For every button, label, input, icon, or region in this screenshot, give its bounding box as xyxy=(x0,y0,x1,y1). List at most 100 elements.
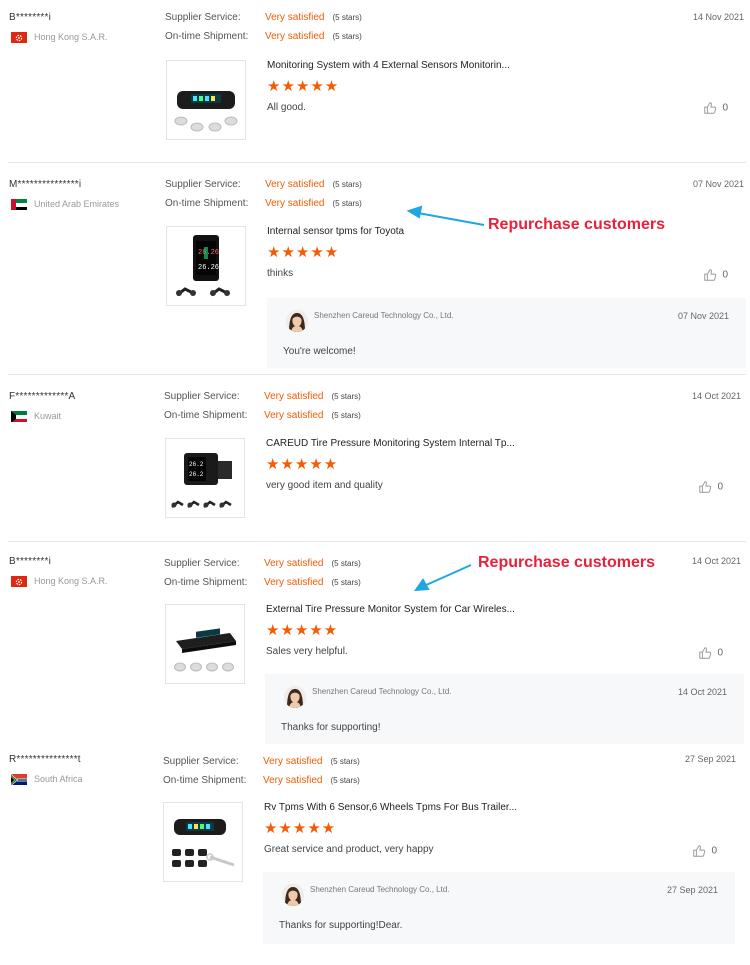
review-divider xyxy=(8,541,746,542)
ontime-shipment-stars: (5 stars) xyxy=(331,411,361,420)
seller-name: Shenzhen Careud Technology Co., Ltd. xyxy=(312,687,452,696)
supplier-service-stars: (5 stars) xyxy=(330,757,360,766)
svg-text:26.26: 26.26 xyxy=(198,264,219,272)
like-count: 0 xyxy=(722,102,728,114)
product-title-link[interactable]: External Tire Pressure Monitor System fo… xyxy=(266,604,515,615)
ontime-shipment-value: Very satisfied xyxy=(264,577,324,588)
reply-date: 07 Nov 2021 xyxy=(677,311,729,321)
reply-date: 14 Oct 2021 xyxy=(677,687,727,697)
star-rating: ★★★★★ xyxy=(266,456,339,473)
review-date: 07 Nov 2021 xyxy=(692,179,744,189)
like-button[interactable]: 0 xyxy=(698,646,723,660)
buyer-name: R***************t xyxy=(9,754,81,765)
like-button[interactable]: 0 xyxy=(692,844,717,858)
hong-kong-flag-icon xyxy=(11,31,27,43)
uae-flag-icon xyxy=(11,198,27,210)
supplier-service-stars: (5 stars) xyxy=(331,392,361,401)
buyer-name: F*************A xyxy=(9,391,76,402)
buyer-country: Kuwait xyxy=(34,411,62,421)
star-rating: ★★★★★ xyxy=(267,244,340,261)
ontime-shipment-stars: (5 stars) xyxy=(330,776,360,785)
seller-reply: Shenzhen Careud Technology Co., Ltd. 27 … xyxy=(263,872,735,944)
thumbs-up-icon xyxy=(698,646,712,660)
ontime-shipment-rating: On-time Shipment: Very satisfied (5 stars) xyxy=(164,577,361,588)
ontime-shipment-label: On-time Shipment: xyxy=(165,31,249,42)
product-thumbnail[interactable] xyxy=(166,60,246,140)
product-title-link[interactable]: Internal sensor tpms for Toyota xyxy=(267,226,404,237)
ontime-shipment-value: Very satisfied xyxy=(265,31,325,42)
ontime-shipment-label: On-time Shipment: xyxy=(163,775,247,786)
supplier-service-rating: Supplier Service: Very satisfied (5 stars) xyxy=(163,756,360,767)
supplier-service-stars: (5 stars) xyxy=(332,13,362,22)
seller-reply: Shenzhen Careud Technology Co., Ltd. 07 … xyxy=(267,298,746,368)
ontime-shipment-label: On-time Shipment: xyxy=(164,577,248,588)
review-card: B********i Hong Kong S.A.R. Supplier Ser… xyxy=(0,0,750,163)
reply-text: Thanks for supporting!Dear. xyxy=(279,920,403,931)
review-card: M***************i United Arab Emirates S… xyxy=(0,167,750,375)
product-thumbnail[interactable] xyxy=(165,604,245,684)
buyer-country: United Arab Emirates xyxy=(34,199,120,209)
ontime-shipment-value: Very satisfied xyxy=(265,198,325,209)
buyer-country: Hong Kong S.A.R. xyxy=(34,32,108,42)
ontime-shipment-stars: (5 stars) xyxy=(332,32,362,41)
supplier-service-label: Supplier Service: xyxy=(163,756,239,767)
star-rating: ★★★★★ xyxy=(267,78,340,95)
product-title-link[interactable]: CAREUD Tire Pressure Monitoring System I… xyxy=(266,438,515,449)
ontime-shipment-rating: On-time Shipment: Very satisfied (5 stars) xyxy=(165,198,362,209)
reply-date: 27 Sep 2021 xyxy=(666,885,718,895)
review-card: B********i Hong Kong S.A.R. Supplier Ser… xyxy=(0,544,750,744)
ontime-shipment-stars: (5 stars) xyxy=(331,578,361,587)
seller-avatar xyxy=(286,310,308,332)
like-button[interactable]: 0 xyxy=(703,101,728,115)
like-button[interactable]: 0 xyxy=(703,268,728,282)
supplier-service-value: Very satisfied xyxy=(263,756,323,767)
supplier-service-label: Supplier Service: xyxy=(165,179,241,190)
seller-reply: Shenzhen Careud Technology Co., Ltd. 14 … xyxy=(265,674,744,744)
seller-name: Shenzhen Careud Technology Co., Ltd. xyxy=(310,885,450,894)
buyer-country: South Africa xyxy=(34,774,83,784)
supplier-service-rating: Supplier Service: Very satisfied (5 stars) xyxy=(164,558,361,569)
thumbs-up-icon xyxy=(698,480,712,494)
star-rating: ★★★★★ xyxy=(264,820,337,837)
supplier-service-value: Very satisfied xyxy=(264,391,324,402)
ontime-shipment-label: On-time Shipment: xyxy=(164,410,248,421)
hong-kong-flag-icon xyxy=(11,575,27,587)
ontime-shipment-rating: On-time Shipment: Very satisfied (5 stars) xyxy=(164,410,361,421)
review-comment: thinks xyxy=(267,268,294,279)
ontime-shipment-rating: On-time Shipment: Very satisfied (5 stars) xyxy=(165,31,362,42)
review-date: 14 Oct 2021 xyxy=(691,391,741,401)
ontime-shipment-stars: (5 stars) xyxy=(332,199,362,208)
product-title-link[interactable]: Monitoring System with 4 External Sensor… xyxy=(267,60,510,71)
seller-avatar xyxy=(282,884,304,906)
supplier-service-label: Supplier Service: xyxy=(165,12,241,23)
seller-avatar xyxy=(284,686,306,708)
supplier-service-stars: (5 stars) xyxy=(332,180,362,189)
product-thumbnail[interactable]: 26.26 26.26 xyxy=(166,226,246,306)
review-divider xyxy=(8,162,746,163)
like-button[interactable]: 0 xyxy=(698,480,723,494)
review-comment: Great service and product, very happy xyxy=(264,844,434,855)
supplier-service-label: Supplier Service: xyxy=(164,391,240,402)
review-card: R***************t South Africa Supplier … xyxy=(0,742,750,952)
reply-text: You're welcome! xyxy=(283,346,356,357)
review-comment: All good. xyxy=(267,102,306,113)
review-comment: Sales very helpful. xyxy=(266,646,348,657)
star-rating: ★★★★★ xyxy=(266,622,339,639)
review-date: 14 Nov 2021 xyxy=(692,12,744,22)
like-count: 0 xyxy=(717,647,723,659)
review-card: F*************A Kuwait Supplier Service:… xyxy=(0,379,750,542)
review-date: 27 Sep 2021 xyxy=(684,754,736,764)
supplier-service-value: Very satisfied xyxy=(265,12,325,23)
product-thumbnail[interactable] xyxy=(163,802,243,882)
buyer-name: M***************i xyxy=(9,179,82,190)
supplier-service-rating: Supplier Service: Very satisfied (5 stars) xyxy=(164,391,361,402)
ontime-shipment-value: Very satisfied xyxy=(263,775,323,786)
buyer-name: B********i xyxy=(9,556,52,567)
like-count: 0 xyxy=(717,481,723,493)
thumbs-up-icon xyxy=(703,101,717,115)
supplier-service-value: Very satisfied xyxy=(265,179,325,190)
product-thumbnail[interactable]: 26.2 26.2 xyxy=(165,438,245,518)
product-title-link[interactable]: Rv Tpms With 6 Sensor,6 Wheels Tpms For … xyxy=(264,802,517,813)
supplier-service-rating: Supplier Service: Very satisfied (5 stars) xyxy=(165,179,362,190)
like-count: 0 xyxy=(722,269,728,281)
